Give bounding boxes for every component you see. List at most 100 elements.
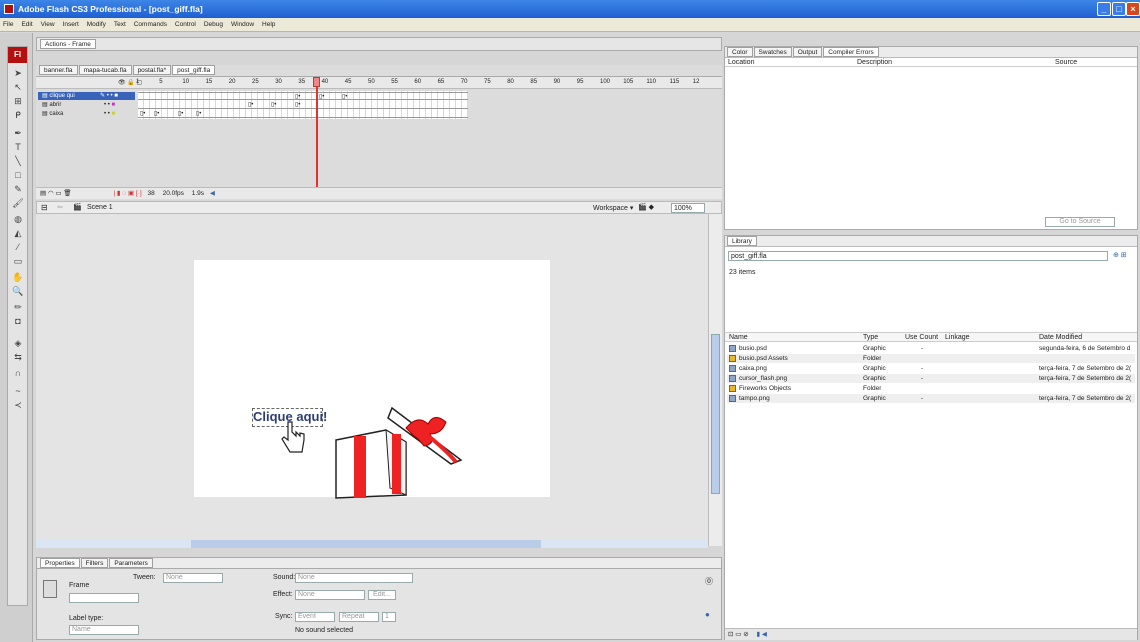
close-icon[interactable]: × xyxy=(1126,2,1140,16)
brush-tool-icon[interactable]: 🖌 xyxy=(12,197,24,209)
ink-bottle-tool-icon[interactable]: ◍ xyxy=(12,213,24,225)
library-document-select[interactable]: post_giff.fla xyxy=(728,251,1108,261)
repeat-count[interactable]: 1 xyxy=(382,612,396,622)
go-to-source-button[interactable]: Go to Source xyxy=(1045,217,1115,227)
add-layer-icon[interactable]: ▤ ◠ ▭ 🗑 xyxy=(40,190,72,197)
library-item[interactable]: busio.psd Graphic - segunda-feira, 6 de Set… xyxy=(727,344,1135,353)
playhead-handle[interactable] xyxy=(313,77,320,87)
col-use-count[interactable]: Use Count xyxy=(905,334,938,341)
pencil-tool-icon[interactable]: ✎ xyxy=(12,183,24,195)
minimize-icon[interactable]: _ xyxy=(1097,2,1111,16)
col-source[interactable]: Source xyxy=(1055,59,1077,66)
maximize-icon[interactable]: □ xyxy=(1112,2,1126,16)
edit-scene-icon[interactable]: 🎬 ◆ xyxy=(638,203,654,211)
paint-bucket-tool-icon[interactable]: ◭ xyxy=(12,227,24,239)
tab-swatches[interactable]: Swatches xyxy=(753,47,792,57)
back-arrow-icon[interactable]: ⇦ xyxy=(57,203,63,211)
col-type[interactable]: Type xyxy=(863,334,878,341)
menu-commands[interactable]: Commands xyxy=(131,18,170,32)
menu-text[interactable]: Text xyxy=(111,18,129,32)
menu-help[interactable]: Help xyxy=(259,18,278,32)
effect-select[interactable]: None xyxy=(295,590,365,600)
tab-output[interactable]: Output xyxy=(792,47,823,57)
sync-select[interactable]: Event xyxy=(295,612,335,622)
tab-actions-frame[interactable]: Actions - Frame xyxy=(40,39,96,49)
col-name[interactable]: Name xyxy=(729,334,748,341)
menu-control[interactable]: Control xyxy=(172,18,199,32)
new-symbol-icon[interactable]: ⊡ ▭ ⊘ xyxy=(728,631,749,638)
lasso-tool-icon[interactable]: ᑭ xyxy=(12,109,24,121)
library-scroll-left-icon[interactable]: ▮ ◀ xyxy=(756,631,766,638)
smooth-icon[interactable]: ~ xyxy=(12,385,24,397)
edit-button[interactable]: Edit... xyxy=(368,590,396,600)
sound-select[interactable]: None xyxy=(295,573,413,583)
hand-tool-icon[interactable]: ✋ xyxy=(12,271,24,283)
stage-horizontal-scrollbar[interactable] xyxy=(36,540,708,548)
layer-visibility-dots[interactable]: • • ■ xyxy=(104,101,115,109)
library-item[interactable]: caixa.png Graphic - terça-feira, 7 de Setem… xyxy=(727,364,1135,373)
snap-icon[interactable]: ∩ xyxy=(12,367,24,379)
subselection-tool-icon[interactable]: ↖ xyxy=(12,81,24,93)
tab-filters[interactable]: Filters xyxy=(80,558,109,568)
zoom-field[interactable]: 100% xyxy=(671,203,705,213)
scroll-thumb[interactable] xyxy=(191,540,541,548)
line-tool-icon[interactable]: ╲ xyxy=(12,155,24,167)
workspace-menu[interactable]: Workspace ▾ xyxy=(593,204,633,212)
help-icon[interactable]: ⓪ xyxy=(705,576,713,587)
library-item[interactable]: tampo.png Graphic - terça-feira, 7 de Setem… xyxy=(727,394,1135,403)
library-item[interactable]: Fireworks Objects Folder xyxy=(727,384,1135,393)
zoom-tool-icon[interactable]: 🔍 xyxy=(12,285,24,297)
tab-compiler-errors[interactable]: Compiler Errors xyxy=(823,47,879,57)
layer-row-clique[interactable]: ▤ clique qui ✎ • • ■ xyxy=(38,92,135,100)
center-frame-icon[interactable]: | ▮ ◌ ▣ [·] xyxy=(113,190,141,197)
eraser-tool-icon[interactable]: ▭ xyxy=(12,255,24,267)
col-linkage[interactable]: Linkage xyxy=(945,334,970,341)
menu-file[interactable]: File xyxy=(0,18,16,32)
repeat-select[interactable]: Repeat xyxy=(339,612,379,622)
label-type-select[interactable]: Name xyxy=(69,625,139,635)
library-item[interactable]: busio.psd Assets Folder xyxy=(727,354,1135,363)
default-colors-icon[interactable]: ◈ xyxy=(12,337,24,349)
tab-properties[interactable]: Properties xyxy=(40,558,80,568)
rectangle-tool-icon[interactable]: □ xyxy=(12,169,24,181)
library-item[interactable]: cursor_flash.png Graphic - terça-feira, 7 d… xyxy=(727,374,1135,383)
menu-debug[interactable]: Debug xyxy=(201,18,226,32)
pin-icon[interactable]: ⊕ ⊞ xyxy=(1113,251,1127,259)
menu-window[interactable]: Window xyxy=(228,18,257,32)
col-location[interactable]: Location xyxy=(728,59,754,66)
free-transform-tool-icon[interactable]: ⊞ xyxy=(12,95,24,107)
doc-tab-postal[interactable]: postal.fla* xyxy=(132,65,172,75)
menu-modify[interactable]: Modify xyxy=(84,18,109,32)
doc-tab-mapa[interactable]: mapa-tucab.fla xyxy=(78,65,132,75)
straighten-icon[interactable]: ≺ xyxy=(12,399,24,411)
menu-edit[interactable]: Edit xyxy=(18,18,35,32)
menu-view[interactable]: View xyxy=(38,18,58,32)
frame-name-field[interactable] xyxy=(69,593,139,603)
stroke-color-icon[interactable]: ✏ xyxy=(12,301,24,313)
col-date-modified[interactable]: Date Modified xyxy=(1039,334,1082,341)
doc-tab-banner[interactable]: banner.fla xyxy=(39,65,78,75)
expand-icon[interactable]: ● xyxy=(705,610,710,619)
tab-parameters[interactable]: Parameters xyxy=(109,558,153,568)
col-description[interactable]: Description xyxy=(857,59,892,66)
frames-row-abrir[interactable]: ▯• ▯• ▯• xyxy=(138,101,468,109)
text-tool-icon[interactable]: T xyxy=(12,141,24,153)
pen-tool-icon[interactable]: ✒ xyxy=(12,127,24,139)
layer-row-abrir[interactable]: ▤ abrir • • ■ xyxy=(38,101,135,109)
frames-row-caixa[interactable]: ▯• ▯• ▯• ▯• xyxy=(138,110,468,118)
doc-tab-post-giff[interactable]: post_giff.fla xyxy=(172,65,216,75)
tween-select[interactable]: None xyxy=(163,573,223,583)
menu-insert[interactable]: Insert xyxy=(60,18,82,32)
tab-color[interactable]: Color xyxy=(727,47,753,57)
layer-row-caixa[interactable]: ▤ caixa • • ■ xyxy=(38,110,135,118)
fill-color-icon[interactable]: ◘ xyxy=(12,315,24,327)
selection-tool-icon[interactable]: ➤ xyxy=(12,67,24,79)
layer-visibility-dots[interactable]: • • ■ xyxy=(104,110,115,118)
scroll-thumb[interactable] xyxy=(711,334,720,494)
layer-visibility-dots[interactable]: ✎ • • ■ xyxy=(100,92,118,100)
eyedropper-tool-icon[interactable]: ⁄ xyxy=(12,241,24,253)
scroll-left-icon[interactable]: ◀ xyxy=(210,190,215,197)
stage-vertical-scrollbar[interactable] xyxy=(708,214,722,546)
swap-colors-icon[interactable]: ⇆ xyxy=(12,351,24,363)
tab-library[interactable]: Library xyxy=(727,236,757,246)
